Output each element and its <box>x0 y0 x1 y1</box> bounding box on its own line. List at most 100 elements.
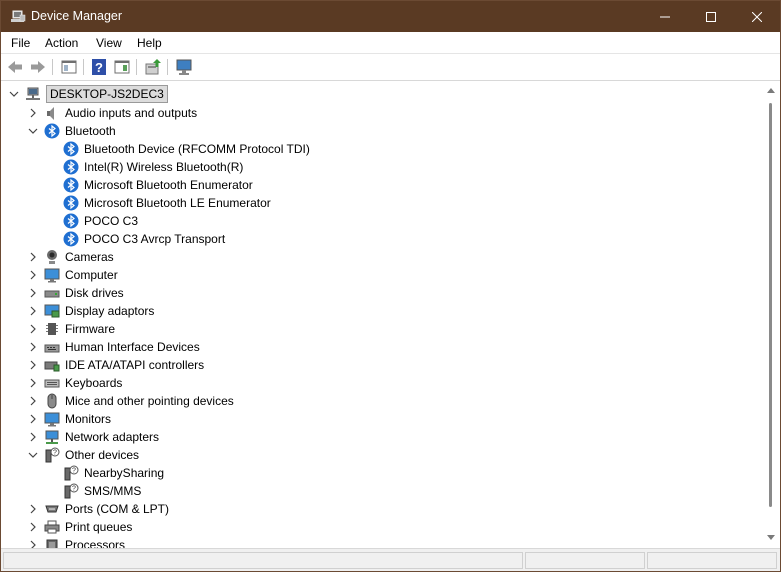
tree-device[interactable]: POCO C3 Avrcp Transport <box>63 230 225 248</box>
toolbar-separator <box>83 59 84 75</box>
device-label: POCO C3 <box>84 214 139 228</box>
tree-device[interactable]: POCO C3 <box>63 212 138 230</box>
device-tree[interactable]: DESKTOP-JS2DEC3 Audio inputs and outputs… <box>3 83 778 548</box>
tree-category[interactable]: Keyboards <box>44 374 122 392</box>
monitor-icon <box>44 267 60 283</box>
forward-button[interactable] <box>29 58 47 76</box>
toolbar-separator <box>136 59 137 75</box>
tree-category[interactable]: Ports (COM & LPT) <box>44 500 169 518</box>
tree-category[interactable]: ? Other devices <box>44 446 139 464</box>
svg-text:?: ? <box>72 486 76 493</box>
expand-chevron-icon[interactable] <box>28 306 38 316</box>
scan-hardware-button[interactable] <box>175 58 193 76</box>
action-pane-button[interactable] <box>113 58 131 76</box>
expand-chevron-icon[interactable] <box>28 540 38 548</box>
tree-category[interactable]: Print queues <box>44 518 132 536</box>
expand-chevron-icon[interactable] <box>28 360 38 370</box>
category-label: Cameras <box>65 250 114 264</box>
back-button[interactable] <box>6 58 24 76</box>
tree-device[interactable]: Bluetooth Device (RFCOMM Protocol TDI) <box>63 140 310 158</box>
network-adapter-icon <box>44 429 60 445</box>
computer-network-icon <box>25 86 41 102</box>
minimize-icon <box>660 16 670 17</box>
collapse-chevron-icon[interactable] <box>9 89 19 99</box>
scrollbar-thumb[interactable] <box>769 103 772 507</box>
category-label: Computer <box>65 268 118 282</box>
tree-category[interactable]: Monitors <box>44 410 111 428</box>
category-label: Disk drives <box>65 286 124 300</box>
expand-chevron-icon[interactable] <box>28 270 38 280</box>
unknown-device-icon: ? <box>63 483 79 499</box>
toolbar: ? <box>1 54 780 81</box>
tree-category[interactable]: Cameras <box>44 248 114 266</box>
category-label: Ports (COM & LPT) <box>65 502 170 516</box>
port-icon <box>44 501 60 517</box>
expand-chevron-icon[interactable] <box>28 522 38 532</box>
toolbar-separator <box>167 59 168 75</box>
show-hide-console-tree-button[interactable] <box>60 58 78 76</box>
tree-category[interactable]: Human Interface Devices <box>44 338 200 356</box>
status-cell <box>525 552 645 569</box>
expand-chevron-icon[interactable] <box>28 342 38 352</box>
title-bar[interactable]: Device Manager <box>1 1 780 32</box>
tree-root[interactable]: DESKTOP-JS2DEC3 <box>25 85 168 103</box>
menu-help[interactable]: Help <box>137 36 162 50</box>
collapse-chevron-icon[interactable] <box>28 126 38 136</box>
bluetooth-icon <box>63 177 79 193</box>
tree-device[interactable]: ? SMS/MMS <box>63 482 141 500</box>
device-label: POCO C3 Avrcp Transport <box>84 232 226 246</box>
menu-view[interactable]: View <box>96 36 122 50</box>
tree-category[interactable]: Mice and other pointing devices <box>44 392 234 410</box>
display-adapter-icon <box>44 303 60 319</box>
category-label: Human Interface Devices <box>65 340 200 354</box>
help-button[interactable]: ? <box>90 58 108 76</box>
vertical-scrollbar[interactable] <box>764 83 778 548</box>
category-label: Audio inputs and outputs <box>65 106 198 120</box>
tree-device[interactable]: Microsoft Bluetooth LE Enumerator <box>63 194 271 212</box>
tree-category[interactable]: Computer <box>44 266 118 284</box>
tree-category[interactable]: Display adaptors <box>44 302 154 320</box>
tree-category[interactable]: Firmware <box>44 320 115 338</box>
expand-chevron-icon[interactable] <box>28 108 38 118</box>
device-label: Microsoft Bluetooth LE Enumerator <box>84 196 271 210</box>
expand-chevron-icon[interactable] <box>28 504 38 514</box>
menu-bar: File Action View Help <box>1 32 780 54</box>
category-label: Mice and other pointing devices <box>65 394 234 408</box>
speaker-icon <box>44 105 60 121</box>
root-label: DESKTOP-JS2DEC3 <box>46 85 168 103</box>
menu-file[interactable]: File <box>11 36 30 50</box>
expand-chevron-icon[interactable] <box>28 396 38 406</box>
help-icon: ? <box>92 59 106 75</box>
bluetooth-icon <box>44 123 60 139</box>
tree-category[interactable]: Processors <box>44 536 125 548</box>
tree-category[interactable]: IDE ATA/ATAPI controllers <box>44 356 204 374</box>
tree-category[interactable]: Audio inputs and outputs <box>44 104 197 122</box>
maximize-button[interactable] <box>688 1 734 32</box>
scroll-down-icon[interactable] <box>767 535 775 540</box>
expand-chevron-icon[interactable] <box>28 414 38 424</box>
tree-device[interactable]: Intel(R) Wireless Bluetooth(R) <box>63 158 243 176</box>
tree-category[interactable]: Network adapters <box>44 428 159 446</box>
tree-device[interactable]: ? NearbySharing <box>63 464 164 482</box>
collapse-chevron-icon[interactable] <box>28 450 38 460</box>
expand-chevron-icon[interactable] <box>28 324 38 334</box>
expand-chevron-icon[interactable] <box>28 288 38 298</box>
toolbar-separator <box>52 59 53 75</box>
console-tree-icon <box>61 60 77 74</box>
tree-device[interactable]: Microsoft Bluetooth Enumerator <box>63 176 253 194</box>
device-label: NearbySharing <box>84 466 165 480</box>
scroll-up-icon[interactable] <box>767 88 775 93</box>
scan-monitor-icon <box>176 59 192 75</box>
category-label: Bluetooth <box>65 124 116 138</box>
tree-category[interactable]: Bluetooth <box>44 122 116 140</box>
minimize-button[interactable] <box>642 1 688 32</box>
menu-action[interactable]: Action <box>45 36 78 50</box>
expand-chevron-icon[interactable] <box>28 252 38 262</box>
close-button[interactable] <box>734 1 780 32</box>
category-label: Processors <box>65 538 126 548</box>
expand-chevron-icon[interactable] <box>28 432 38 442</box>
svg-text:?: ? <box>95 60 103 75</box>
expand-chevron-icon[interactable] <box>28 378 38 388</box>
update-driver-button[interactable] <box>144 58 162 76</box>
tree-category[interactable]: Disk drives <box>44 284 124 302</box>
